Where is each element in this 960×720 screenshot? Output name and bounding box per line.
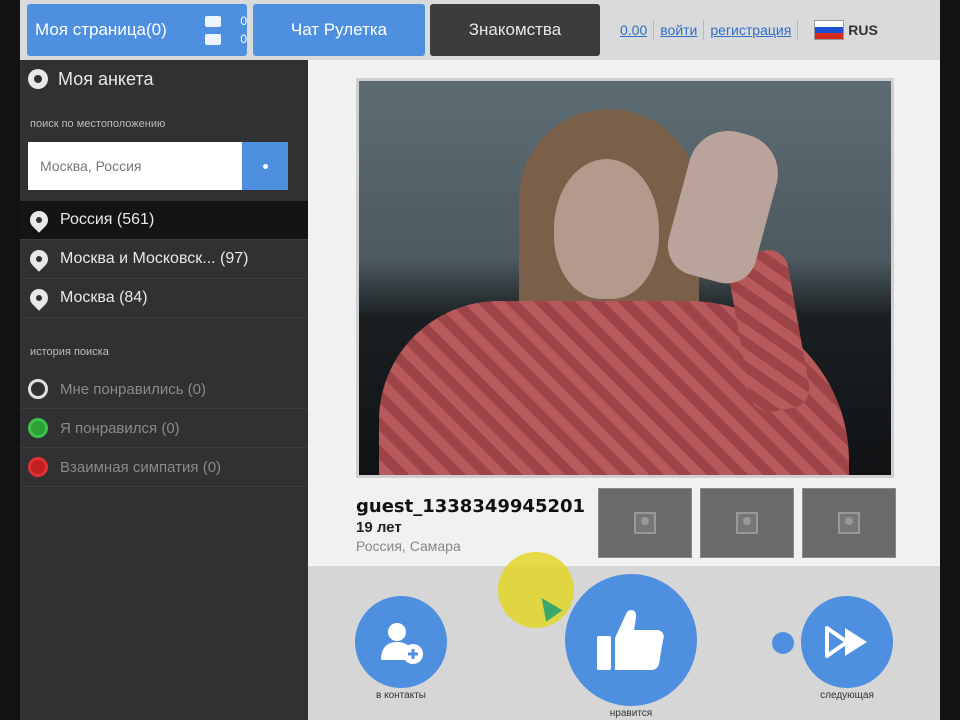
fast-forward-icon xyxy=(825,626,867,658)
divider xyxy=(797,20,799,40)
profile-photo-frame xyxy=(356,78,894,478)
messages-count: 0 xyxy=(240,32,247,46)
history-list: Мне понравились (0) Я понравился (0) Вза… xyxy=(20,370,308,487)
tab-chat-roulette[interactable]: Чат Рулетка xyxy=(253,4,425,56)
image-placeholder-icon xyxy=(634,512,656,534)
app-frame: Моя страница(0) 0 0 Чат Рулетка Знакомст… xyxy=(20,0,940,720)
status-dot-icon xyxy=(28,418,48,438)
main-content: guest_1338349945201 19 лет Россия, Самар… xyxy=(308,60,940,720)
russia-flag-icon xyxy=(814,20,845,40)
divider xyxy=(653,20,655,40)
profile-name[interactable]: guest_1338349945201 xyxy=(356,496,585,517)
profile-location: Россия, Самара xyxy=(356,538,461,554)
location-section-title: поиск по местоположению xyxy=(30,118,166,130)
balance-link[interactable]: 0.00 xyxy=(620,22,647,38)
photo-thumbnail[interactable] xyxy=(598,488,692,558)
status-dot-icon xyxy=(28,457,48,477)
location-search xyxy=(28,142,288,190)
add-to-contacts-button[interactable] xyxy=(355,596,447,688)
profile-info: guest_1338349945201 19 лет Россия, Самар… xyxy=(356,496,585,554)
location-item-label: Россия (561) xyxy=(60,211,155,228)
register-link[interactable]: регистрация xyxy=(710,22,791,38)
sidebar: Моя анкета поиск по местоположению Росси… xyxy=(20,60,308,720)
location-item-moscow-region[interactable]: Москва и Московск... (97) xyxy=(20,240,308,279)
add-contact-icon xyxy=(381,623,423,664)
profile-photo[interactable] xyxy=(359,81,891,475)
dot-icon xyxy=(262,163,268,169)
image-placeholder-icon xyxy=(736,512,758,534)
messages-icon xyxy=(205,33,221,45)
history-item-label: Мне понравились (0) xyxy=(60,380,207,398)
location-item-russia[interactable]: Россия (561) xyxy=(20,201,308,240)
language-selector[interactable]: RUS xyxy=(814,20,878,40)
tab-my-page-label: Моя страница(0) xyxy=(35,20,167,39)
history-item-mutual[interactable]: Взаимная симпатия (0) xyxy=(20,448,308,487)
like-button[interactable] xyxy=(565,574,697,706)
location-search-button[interactable] xyxy=(242,142,288,190)
friends-count: 0 xyxy=(240,14,247,28)
map-pin-icon xyxy=(26,285,52,311)
login-link[interactable]: войти xyxy=(660,22,697,38)
location-item-moscow[interactable]: Москва (84) xyxy=(20,279,308,318)
history-item-label: Взаимная симпатия (0) xyxy=(60,458,222,476)
tab-my-page[interactable]: Моя страница(0) 0 0 xyxy=(27,4,247,56)
profile-age: 19 лет xyxy=(356,519,402,536)
my-profile-link[interactable]: Моя анкета xyxy=(20,60,308,98)
history-section-title: история поиска xyxy=(30,346,109,358)
friends-counter[interactable]: 0 xyxy=(205,14,247,28)
map-pin-icon xyxy=(26,246,52,272)
top-bar: Моя страница(0) 0 0 Чат Рулетка Знакомст… xyxy=(20,0,940,60)
add-to-contacts-label: в контакты xyxy=(376,690,426,701)
history-item-label: Я понравился (0) xyxy=(60,419,180,437)
photo-thumbnail[interactable] xyxy=(802,488,896,558)
notification-counters: 0 0 xyxy=(205,14,247,46)
action-bar: в контакты нравится следующая xyxy=(308,552,940,720)
photo-face xyxy=(554,159,659,299)
location-input[interactable] xyxy=(28,142,242,190)
friends-icon xyxy=(205,15,221,27)
cursor-highlight xyxy=(498,552,574,628)
like-label: нравится xyxy=(609,708,653,719)
status-dot-icon xyxy=(28,379,48,399)
sidebar-header-label: Моя анкета xyxy=(58,68,154,89)
indicator-dot xyxy=(772,632,794,654)
tab-dating[interactable]: Знакомства xyxy=(430,4,600,56)
account-links: 0.00 войти регистрация RUS xyxy=(620,20,878,40)
user-icon xyxy=(28,69,48,89)
photo-thumbnails xyxy=(598,488,896,558)
location-list: Россия (561) Москва и Московск... (97) М… xyxy=(20,201,308,318)
image-placeholder-icon xyxy=(838,512,860,534)
messages-counter[interactable]: 0 xyxy=(205,32,247,46)
location-item-label: Москва и Московск... (97) xyxy=(60,250,249,267)
language-label: RUS xyxy=(848,22,878,38)
location-item-label: Москва (84) xyxy=(60,289,148,306)
photo-thumbnail[interactable] xyxy=(700,488,794,558)
next-button[interactable] xyxy=(801,596,893,688)
history-item-i-liked[interactable]: Мне понравились (0) xyxy=(20,370,308,409)
history-item-liked-me[interactable]: Я понравился (0) xyxy=(20,409,308,448)
next-label: следующая xyxy=(820,690,874,701)
divider xyxy=(703,20,705,40)
thumbs-up-icon xyxy=(597,610,664,670)
map-pin-icon xyxy=(26,207,52,233)
